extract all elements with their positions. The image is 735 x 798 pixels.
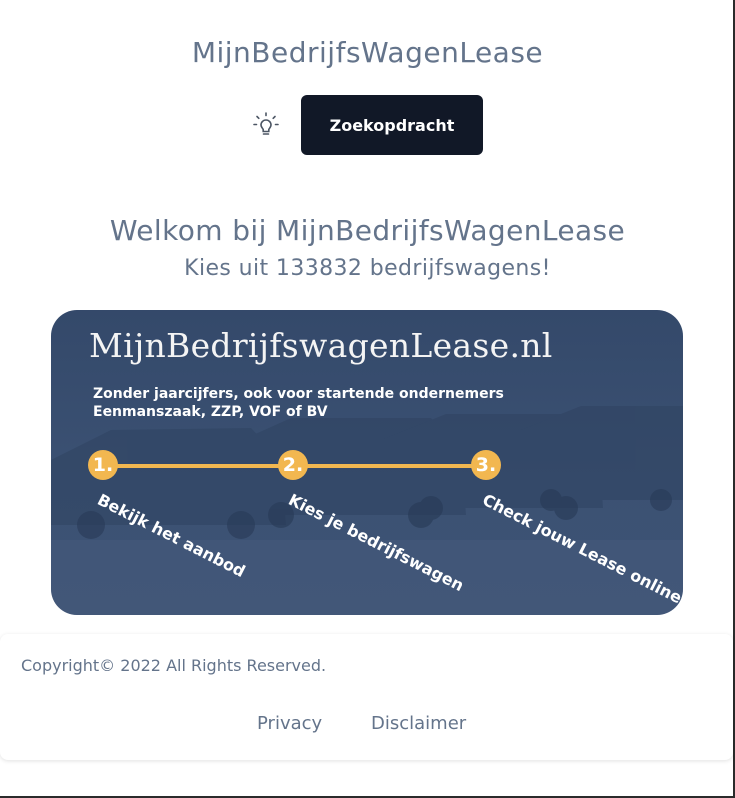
lease-steps-banner[interactable]: MijnBedrijfswagenLease.nl Zonder jaarcij… [51, 310, 683, 615]
disclaimer-link[interactable]: Disclaimer [371, 713, 466, 734]
banner-line-1: Zonder jaarcijfers, ook voor startende o… [93, 386, 504, 402]
lightbulb-icon[interactable] [252, 110, 280, 140]
copyright-text: Copyright© 2022 All Rights Reserved. [21, 656, 327, 675]
footer [0, 634, 733, 760]
search-button[interactable]: Zoekopdracht [301, 95, 483, 155]
privacy-link[interactable]: Privacy [257, 713, 322, 734]
subtitle: Kies uit 133832 bedrijfswagens! [184, 256, 551, 281]
welcome-heading: Welkom bij MijnBedrijfsWagenLease [109, 214, 626, 247]
banner-line-2: Eenmanszaak, ZZP, VOF of BV [93, 404, 328, 420]
step-2-badge: 2. [278, 450, 308, 480]
step-3-badge: 3. [471, 450, 501, 480]
site-title[interactable]: MijnBedrijfsWagenLease [0, 36, 735, 69]
banner-title: MijnBedrijfswagenLease.nl [89, 326, 553, 365]
step-1-badge: 1. [88, 450, 118, 480]
